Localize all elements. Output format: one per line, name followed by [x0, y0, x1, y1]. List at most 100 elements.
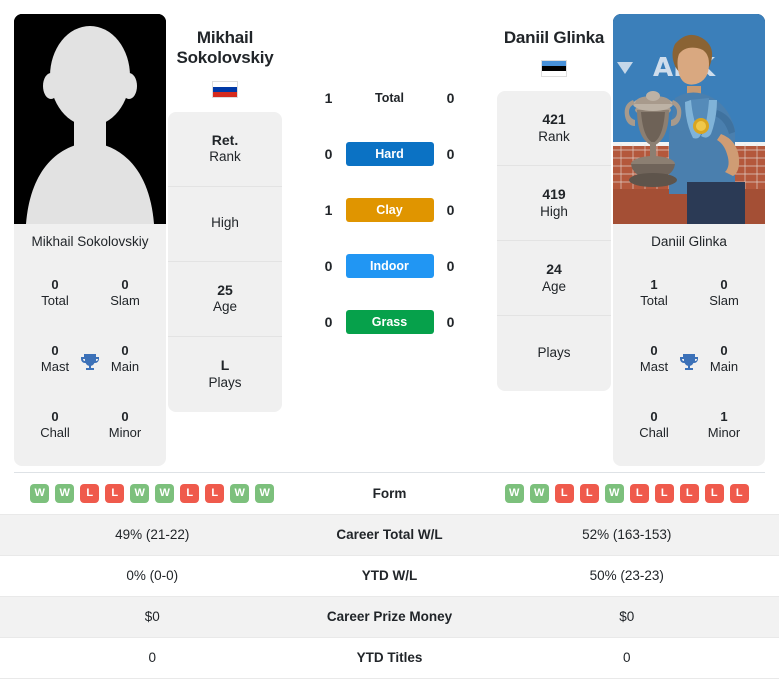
right-stat-value: 50% (23-23): [474, 555, 779, 597]
h2h-left-score: 1: [324, 90, 333, 106]
left-player-card[interactable]: Mikhail Sokolovskiy 0 Total 0 Slam 0 Mas…: [14, 14, 166, 466]
surface-badge-grass[interactable]: Grass: [345, 310, 434, 334]
form-badge-loss[interactable]: L: [205, 483, 225, 503]
h2h-right-score: 0: [446, 90, 455, 106]
title-stat-label: Main: [110, 359, 140, 375]
title-stat-value: 0: [121, 342, 129, 358]
title-stat-value: 0: [720, 276, 728, 292]
info-label: Age: [212, 299, 238, 315]
h2h-left-score: 1: [324, 202, 333, 218]
stat-label-form: Form: [304, 473, 475, 515]
title-stat-label: Minor: [707, 425, 741, 441]
h2h-right-score: 0: [446, 202, 455, 218]
form-badge-win[interactable]: W: [529, 483, 549, 503]
form-badge-win[interactable]: W: [255, 483, 275, 503]
trophy-icon-svg: [81, 354, 99, 371]
title-stat-label: Mast: [639, 359, 669, 375]
title-stat-label: Main: [709, 359, 739, 375]
title-stat-total: 1 Total: [619, 260, 689, 326]
title-stat-label: Total: [41, 293, 69, 309]
stat-label-prize-money: Career Prize Money: [304, 596, 475, 638]
top-section: Mikhail Sokolovskiy 0 Total 0 Slam 0 Mas…: [0, 0, 779, 466]
info-label: Rank: [209, 149, 241, 165]
right-player-card[interactable]: ANK: [613, 14, 765, 466]
h2h-row-indoor: 0 Indoor 0: [284, 238, 495, 294]
title-stat-slam: 0 Slam: [689, 260, 759, 326]
left-form-cell: W W L L W W L L W W: [0, 473, 305, 515]
title-stat-minor: 0 Minor: [90, 392, 160, 458]
right-form-strip: W W L L W L L L L L: [489, 483, 766, 503]
info-value: 419: [542, 186, 566, 203]
form-badge-loss[interactable]: L: [579, 483, 599, 503]
form-badge-win[interactable]: W: [130, 483, 150, 503]
head-to-head-column: 1 Total 0 0 Hard 0 1 Clay 0 0 Indoor 0 0: [284, 14, 495, 350]
comparison-stats-table: W W L L W W L L W W Form W W L L W L L L…: [0, 473, 779, 679]
info-value: 25: [217, 281, 233, 298]
form-badge-win[interactable]: W: [230, 483, 250, 503]
h2h-left-score: 0: [324, 258, 333, 274]
form-badge-loss[interactable]: L: [105, 483, 125, 503]
left-info-rank: Ret. Rank: [168, 112, 282, 187]
form-badge-loss[interactable]: L: [679, 483, 699, 503]
title-stat-slam: 0 Slam: [90, 260, 160, 326]
title-stat-minor: 1 Minor: [689, 392, 759, 458]
title-stat-value: 0: [121, 408, 129, 424]
form-badge-win[interactable]: W: [55, 483, 75, 503]
surface-badge-hard[interactable]: Hard: [345, 142, 434, 166]
form-badge-win[interactable]: W: [155, 483, 175, 503]
form-badge-loss[interactable]: L: [654, 483, 674, 503]
title-stat-label: Slam: [110, 293, 140, 309]
surface-badge-indoor[interactable]: Indoor: [345, 254, 434, 278]
avatar-placeholder-icon: [14, 14, 166, 224]
right-stat-value: 52% (163-153): [474, 514, 779, 556]
right-form-cell: W W L L W L L L L L: [474, 473, 779, 515]
title-stat-chall: 0 Chall: [619, 392, 689, 458]
h2h-left-score: 0: [324, 146, 333, 162]
h2h-row-hard: 0 Hard 0: [284, 126, 495, 182]
table-row-ytd-wl: 0% (0-0) YTD W/L 50% (23-23): [0, 555, 779, 597]
info-value: 421: [542, 111, 566, 128]
title-stat-value: 0: [51, 342, 59, 358]
title-stat-value: 0: [720, 342, 728, 358]
table-row-prize-money: $0 Career Prize Money $0: [0, 596, 779, 638]
form-badge-win[interactable]: W: [504, 483, 524, 503]
table-row-career-wl: 49% (21-22) Career Total W/L 52% (163-15…: [0, 514, 779, 556]
form-badge-loss[interactable]: L: [80, 483, 100, 503]
h2h-right-score: 0: [446, 314, 455, 330]
title-stat-value: 0: [51, 408, 59, 424]
table-row-form: W W L L W W L L W W Form W W L L W L L L…: [0, 473, 779, 515]
left-titles-grid: 0 Total 0 Slam 0 Mast 0 Main 0 Chall 0 M…: [14, 260, 166, 466]
right-player-photo: ANK: [613, 14, 765, 224]
surface-badge-clay[interactable]: Clay: [345, 198, 434, 222]
left-info-high: High: [168, 187, 282, 262]
form-badge-win[interactable]: W: [604, 483, 624, 503]
h2h-left-score: 0: [324, 314, 333, 330]
left-stat-value: 0% (0-0): [0, 555, 305, 597]
title-stat-value: 0: [51, 276, 59, 292]
right-info-high: 419 High: [497, 166, 611, 242]
info-value: L: [220, 357, 230, 374]
right-player-name: Daniil Glinka: [504, 28, 605, 48]
left-stat-value: 0: [0, 637, 305, 679]
left-player-photo: [14, 14, 166, 224]
h2h-row-grass: 0 Grass 0: [284, 294, 495, 350]
form-badge-loss[interactable]: L: [729, 483, 749, 503]
form-badge-win[interactable]: W: [30, 483, 50, 503]
left-info-column: Mikhail Sokolovskiy Ret. Rank High 25 Ag…: [166, 14, 284, 412]
form-badge-loss[interactable]: L: [554, 483, 574, 503]
right-stat-value: 0: [474, 637, 779, 679]
form-badge-loss[interactable]: L: [704, 483, 724, 503]
info-label: Plays: [208, 374, 242, 390]
stat-label-career-wl: Career Total W/L: [304, 514, 475, 556]
title-stat-value: 0: [650, 408, 658, 424]
form-badge-loss[interactable]: L: [180, 483, 200, 503]
trophy-icon: [78, 351, 102, 375]
title-stat-total: 0 Total: [20, 260, 90, 326]
left-name-line-2: Sokolovskiy: [176, 48, 274, 68]
table-row-ytd-titles: 0 YTD Titles 0: [0, 637, 779, 679]
title-stat-label: Total: [640, 293, 668, 309]
title-stat-label: Minor: [108, 425, 142, 441]
form-badge-loss[interactable]: L: [629, 483, 649, 503]
title-stat-label: Slam: [709, 293, 739, 309]
info-label: Age: [541, 278, 567, 294]
